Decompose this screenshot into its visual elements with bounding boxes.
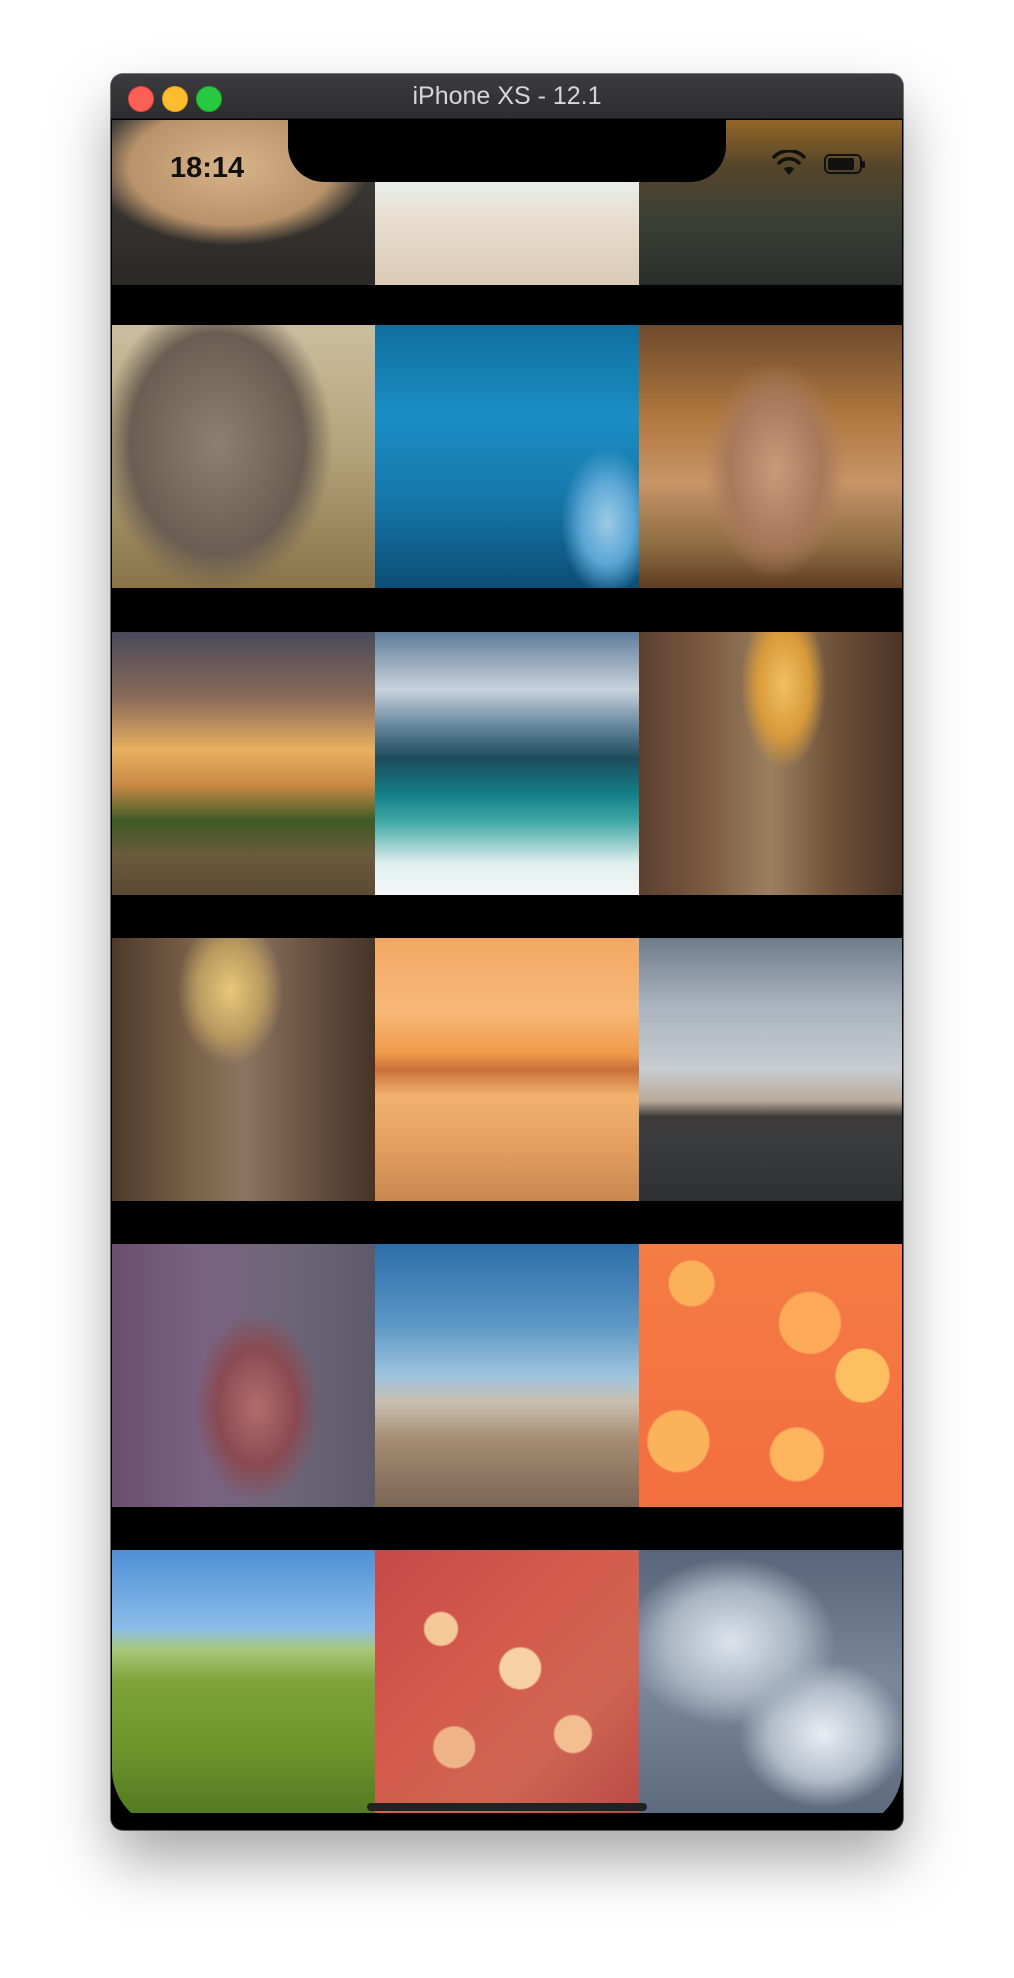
photo-bokeh-red[interactable] (375, 1550, 639, 1813)
photo-field-storm[interactable] (112, 632, 376, 895)
device-notch (288, 120, 726, 182)
photo-deer[interactable] (112, 1244, 376, 1507)
gallery-row-4 (112, 938, 902, 1201)
wifi-icon (772, 150, 806, 175)
photo-canyon-dino[interactable] (112, 938, 376, 1201)
gallery-row-6 (112, 1550, 902, 1813)
gallery-row-3 (112, 632, 902, 895)
photo-pier-sunset[interactable] (375, 938, 639, 1201)
status-time: 18:14 (170, 152, 245, 184)
photo-dolphin[interactable] (375, 325, 639, 588)
gallery-row-5 (112, 1244, 902, 1507)
photo-storm-clouds[interactable] (638, 1550, 902, 1813)
device-screen: 18:14 (112, 120, 902, 1829)
title-bar: iPhone XS - 12.1 (111, 74, 903, 119)
photo-mountain[interactable] (638, 325, 902, 588)
photo-city-skyline[interactable] (638, 938, 902, 1201)
photo-canyon[interactable] (638, 632, 902, 895)
photo-coastal-city[interactable] (375, 1244, 639, 1507)
battery-icon (824, 154, 865, 174)
photo-horse[interactable] (112, 325, 376, 588)
window-title: iPhone XS - 12.1 (412, 82, 602, 110)
photo-ocean-waves[interactable] (375, 632, 639, 895)
home-indicator[interactable] (367, 1803, 647, 1811)
photo-bokeh-orange[interactable] (638, 1244, 902, 1507)
photo-meadow[interactable] (112, 1550, 376, 1813)
simulator-window: iPhone XS - 12.1 18:14 (111, 74, 903, 1830)
gallery-row-2 (112, 325, 902, 588)
